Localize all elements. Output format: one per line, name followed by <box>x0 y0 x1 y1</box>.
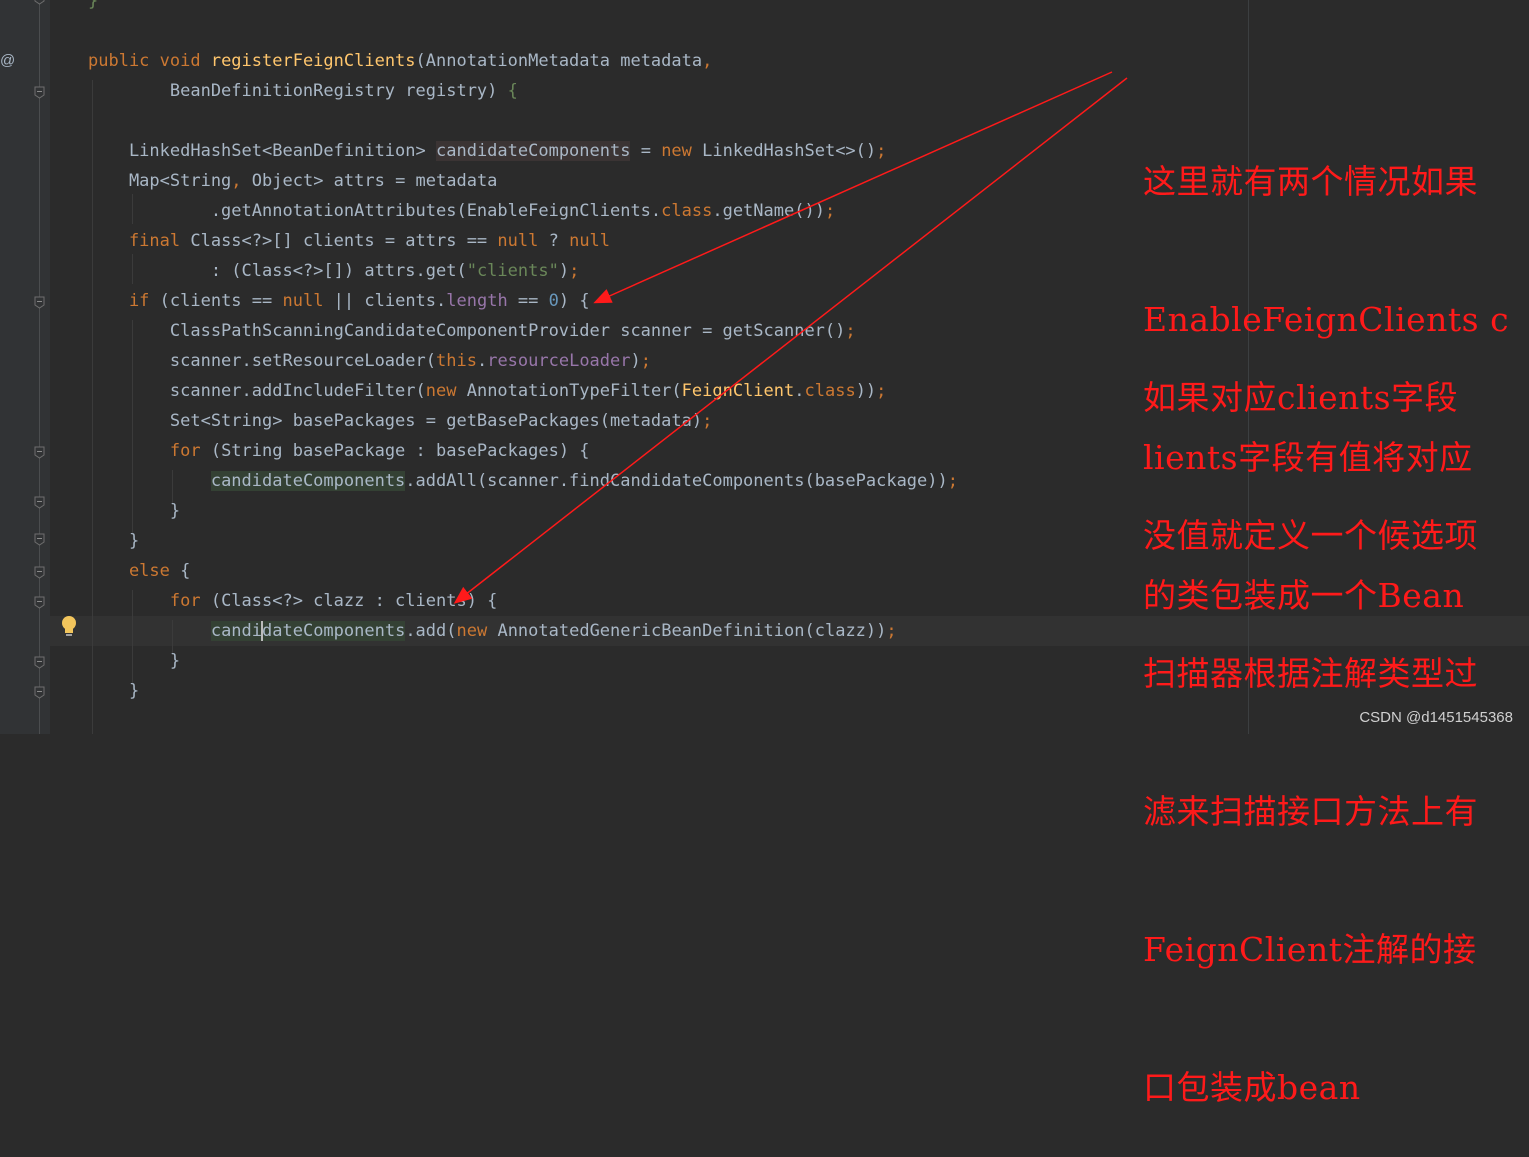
annotation-line: FeignClient注解的接 <box>1143 930 1477 969</box>
annotation-arrows <box>453 71 1128 604</box>
annotation-line: 口包装成bean <box>1143 1068 1361 1107</box>
watermark: CSDN @d1451545368 <box>1359 709 1513 726</box>
annotation-line: 滤来扫描接口方法上有 <box>1143 792 1478 831</box>
arrow-to-if-branch <box>593 71 1113 304</box>
arrow-to-else-branch <box>453 77 1128 604</box>
